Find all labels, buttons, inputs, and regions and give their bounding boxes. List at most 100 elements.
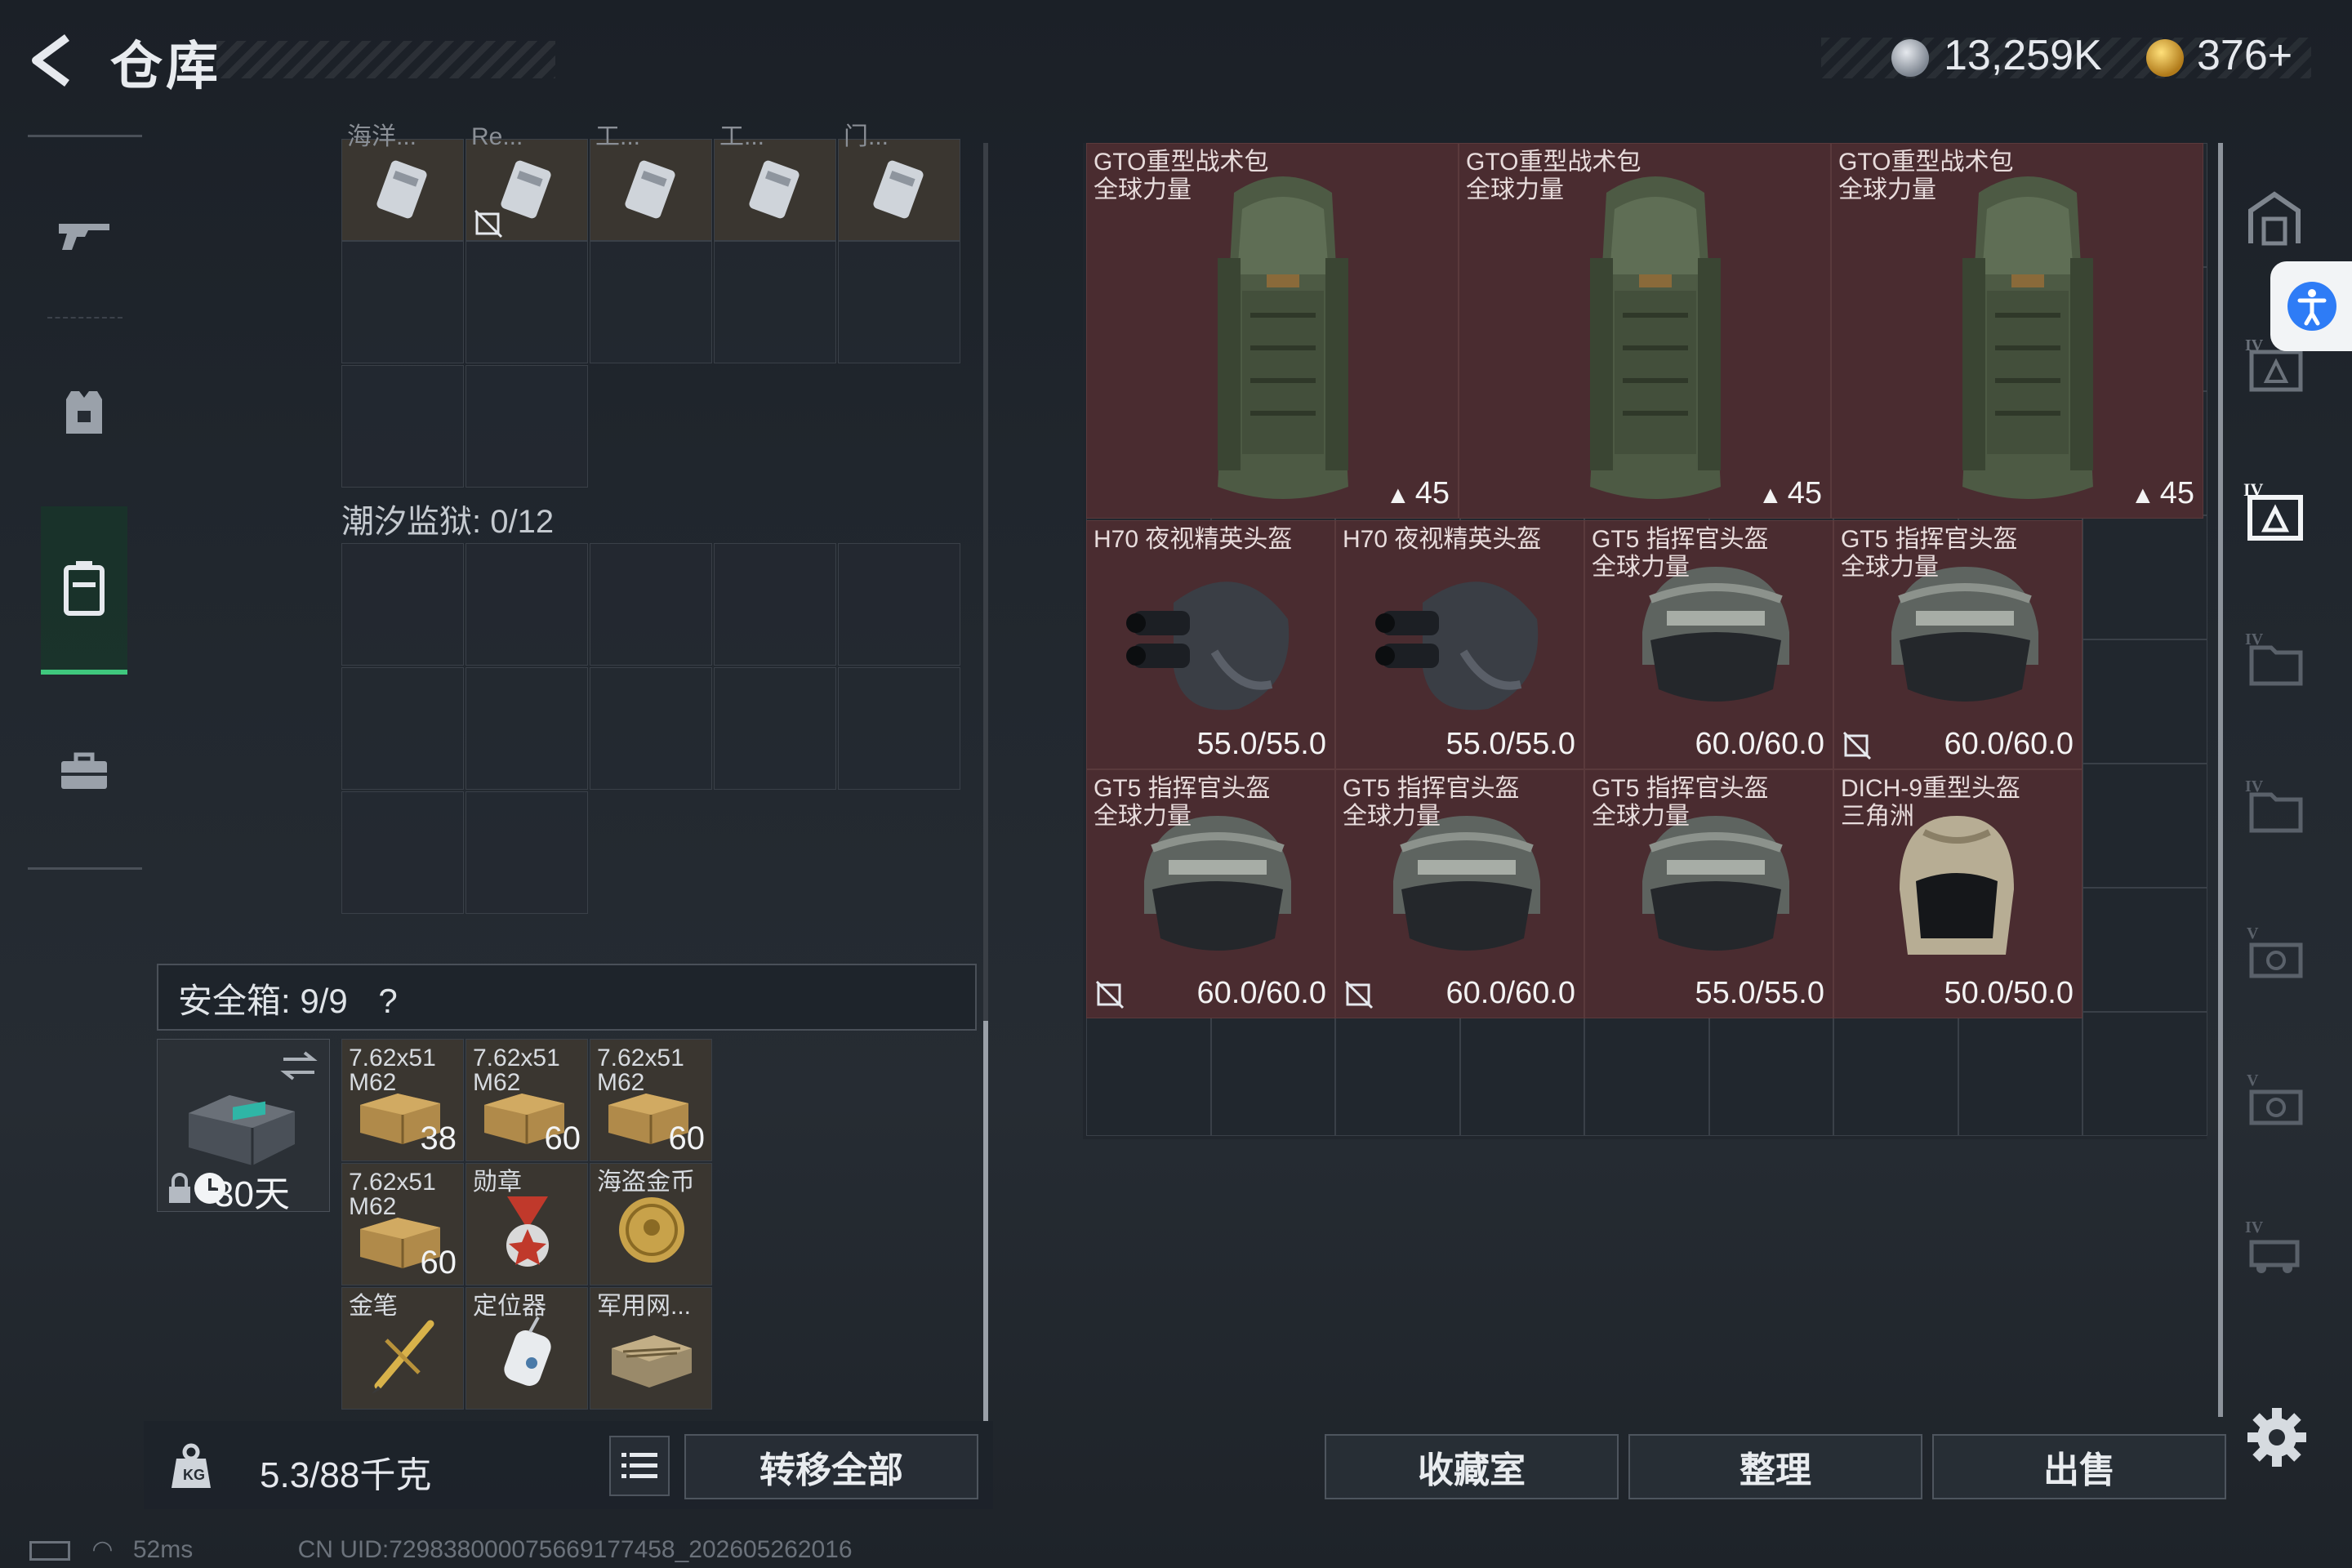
stash-empty-slot[interactable] xyxy=(1459,1012,1584,1136)
stash-empty-slot[interactable] xyxy=(2082,764,2207,888)
side-tab-tier4-c[interactable]: IV xyxy=(2238,768,2311,841)
helmet-item-card[interactable]: GT5 指挥官头盔 全球力量 60.0/60.0 xyxy=(1584,520,1833,769)
empty-slot[interactable] xyxy=(341,791,464,914)
swap-icon[interactable] xyxy=(280,1049,318,1082)
stash-empty-slot[interactable] xyxy=(1086,1012,1211,1136)
safe-item[interactable]: 7.62x51 M62 38 xyxy=(341,1039,464,1161)
wifi-icon: ◠ xyxy=(91,1536,114,1563)
empty-slot[interactable] xyxy=(590,241,712,363)
organize-button[interactable]: 整理 xyxy=(1628,1434,1922,1499)
accessibility-button[interactable] xyxy=(2270,261,2352,351)
helmet-item-card[interactable]: GT5 指挥官头盔 全球力量 60.0/60.0 xyxy=(1086,769,1335,1018)
empty-slot[interactable] xyxy=(466,667,588,790)
stash-empty-slot[interactable] xyxy=(2082,1012,2207,1136)
empty-slot[interactable] xyxy=(341,667,464,790)
keycard-item[interactable]: 工... xyxy=(714,125,836,241)
side-tab-tier4-active[interactable]: IV xyxy=(2238,474,2311,547)
nav-weapon[interactable] xyxy=(41,172,127,294)
ping-value: 52ms xyxy=(132,1536,194,1563)
empty-slot[interactable] xyxy=(714,667,836,790)
backpack-item-card[interactable]: GTO重型战术包 全球力量 ▲ 45 xyxy=(1459,143,1831,519)
safe-item[interactable]: 勋章 xyxy=(466,1163,588,1285)
empty-slot[interactable] xyxy=(341,365,464,488)
side-tab-tier5-b[interactable]: V xyxy=(2238,1062,2311,1135)
keycard-item[interactable]: 工... xyxy=(590,125,712,241)
safe-item[interactable]: 军用网... xyxy=(590,1287,712,1410)
safe-box-duration: 30天 xyxy=(214,1174,290,1214)
helmet-item-card[interactable]: H70 夜视精英头盔 55.0/55.0 xyxy=(1086,520,1335,769)
nav-armor[interactable] xyxy=(41,351,127,474)
empty-slot[interactable] xyxy=(341,543,464,666)
empty-slot[interactable] xyxy=(838,241,960,363)
backpack-item-card[interactable]: GTO重型战术包 全球力量 ▲ 45 xyxy=(1086,143,1459,519)
empty-slot[interactable] xyxy=(838,667,960,790)
keycard-item[interactable]: 海洋... xyxy=(341,125,464,241)
gold-coin-icon xyxy=(2146,39,2184,77)
stash-empty-slot[interactable] xyxy=(1958,1012,2082,1136)
backpack-faction: 全球力量 xyxy=(1094,176,1192,203)
night-vision-helmet-icon xyxy=(1126,581,1290,710)
nav-backpack[interactable] xyxy=(41,506,127,675)
safe-item[interactable]: 海盗金币 xyxy=(590,1163,712,1285)
collection-room-button[interactable]: 收藏室 xyxy=(1325,1434,1619,1499)
no-trade-icon xyxy=(1095,980,1125,1009)
empty-slot[interactable] xyxy=(466,241,588,363)
helmet-item-card[interactable]: H70 夜视精英头盔 55.0/55.0 xyxy=(1335,520,1584,769)
helmet-title: GT5 指挥官头盔 xyxy=(1343,775,1520,802)
no-trade-icon xyxy=(474,209,503,238)
keycard-item[interactable]: 门... xyxy=(838,125,960,241)
settings-gear-icon[interactable] xyxy=(2244,1405,2310,1470)
stash-empty-slot[interactable] xyxy=(1335,1012,1460,1136)
gold-pen-icon xyxy=(372,1320,434,1394)
helmet-item-card[interactable]: GT5 指挥官头盔 全球力量 60.0/60.0 xyxy=(1833,520,2082,769)
gold-currency-value[interactable]: 376+ xyxy=(2197,31,2292,80)
empty-slot[interactable] xyxy=(838,543,960,666)
briefcase-icon xyxy=(61,752,107,789)
sell-button[interactable]: 出售 xyxy=(1932,1434,2226,1499)
transfer-all-button[interactable]: 转移全部 xyxy=(684,1434,978,1499)
side-tab-tier4-b[interactable]: IV xyxy=(2238,621,2311,694)
left-scrollbar-thumb[interactable] xyxy=(983,1021,988,1421)
empty-slot[interactable] xyxy=(466,791,588,914)
page-title: 仓库 xyxy=(110,37,221,96)
side-tab-tier5-a[interactable]: V xyxy=(2238,915,2311,988)
stash-empty-slot[interactable] xyxy=(2082,888,2207,1012)
empty-slot[interactable] xyxy=(341,241,464,363)
stash-empty-slot[interactable] xyxy=(1708,1012,1833,1136)
empty-slot[interactable] xyxy=(466,543,588,666)
empty-slot[interactable] xyxy=(714,543,836,666)
helmet-item-card[interactable]: GT5 指挥官头盔 全球力量 55.0/55.0 xyxy=(1584,769,1833,1018)
stash-empty-slot[interactable] xyxy=(2082,515,2207,639)
helmet-item-card[interactable]: GT5 指挥官头盔 全球力量 60.0/60.0 xyxy=(1335,769,1584,1018)
side-tab-tier4-d[interactable]: IV xyxy=(2238,1209,2311,1282)
accessibility-icon xyxy=(2287,282,2336,331)
list-view-button[interactable] xyxy=(609,1436,670,1496)
empty-slot[interactable] xyxy=(590,543,712,666)
safe-item[interactable]: 定位器 xyxy=(466,1287,588,1410)
stash-empty-slot[interactable] xyxy=(1833,1012,1958,1136)
empty-slot[interactable] xyxy=(466,365,588,488)
safe-item[interactable]: 7.62x51 M62 60 xyxy=(590,1039,712,1161)
side-tab-warehouse[interactable] xyxy=(2238,181,2311,255)
backpack-title: GTO重型战术包 xyxy=(1466,149,1642,176)
empty-slot[interactable] xyxy=(714,241,836,363)
safe-item-count: 60 xyxy=(668,1120,706,1156)
safe-item[interactable]: 7.62x51 M62 60 xyxy=(466,1039,588,1161)
stash-empty-slot[interactable] xyxy=(1210,1012,1335,1136)
helmet-name: GT5 指挥官头盔 全球力量 xyxy=(1094,775,1271,831)
weight-value: 5.3/88千克 xyxy=(260,1455,432,1495)
right-scrollbar-thumb[interactable] xyxy=(2218,143,2223,1417)
locator-icon xyxy=(504,1316,551,1386)
stash-empty-slot[interactable] xyxy=(2082,639,2207,764)
back-arrow-icon[interactable] xyxy=(24,31,83,90)
backpack-item-card[interactable]: GTO重型战术包 全球力量 ▲ 45 xyxy=(1831,143,2203,519)
stash-empty-slot[interactable] xyxy=(1584,1012,1709,1136)
safe-item[interactable]: 金笔 xyxy=(341,1287,464,1410)
help-icon[interactable]: ? xyxy=(378,982,397,1020)
helmet-item-card[interactable]: DICH-9重型头盔 三角洲 50.0/50.0 xyxy=(1833,769,2082,1018)
helmet-faction: 全球力量 xyxy=(1592,803,1690,830)
safe-item[interactable]: 7.62x51 M62 60 xyxy=(341,1163,464,1285)
nav-toolbox[interactable] xyxy=(41,710,127,833)
safe-item-name: 7.62x51 M62 xyxy=(473,1045,560,1096)
empty-slot[interactable] xyxy=(590,667,712,790)
